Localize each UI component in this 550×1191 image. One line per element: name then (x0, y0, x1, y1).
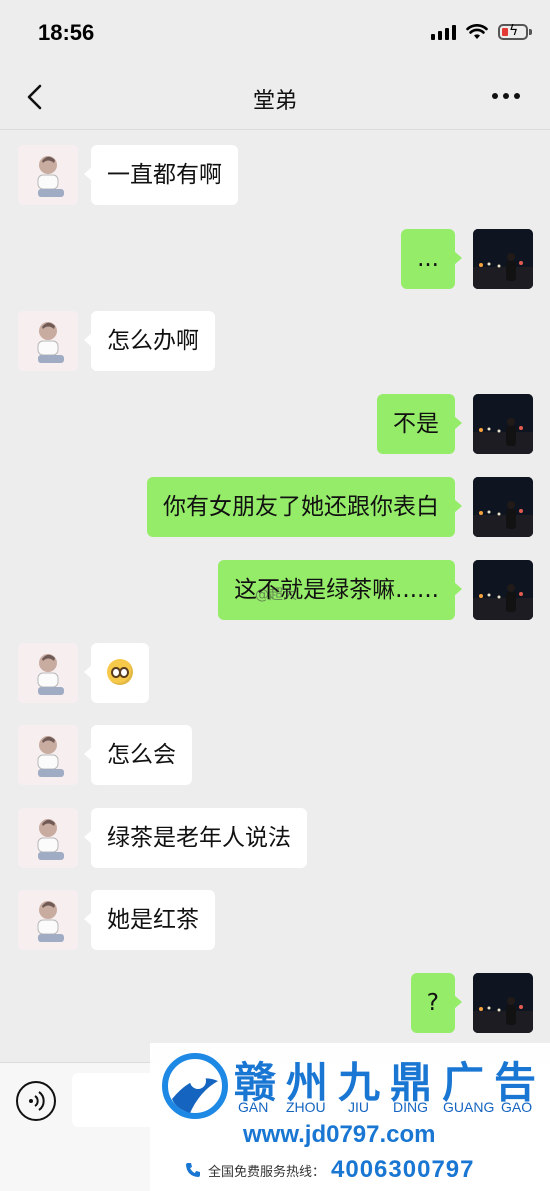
message-item: 你有女朋友了她还跟你表白 (0, 477, 550, 539)
chat-header: 堂弟 (0, 64, 550, 130)
pleading-face-icon (107, 658, 133, 685)
ad-pinyin: GAN ZHOU JIU DING GUANG GAO (238, 1099, 541, 1115)
ad-url[interactable]: www.jd0797.com (243, 1121, 436, 1149)
chat-title: 堂弟 (252, 89, 297, 114)
ad-hotline: 全国免费服务热线： 4006300797 (184, 1156, 475, 1184)
ad-pinyin-syllable: DING (393, 1099, 428, 1115)
message-bubble[interactable] (84, 643, 149, 703)
message-item: 绿茶是老年人说法 (0, 808, 550, 870)
more-options-button[interactable] (492, 86, 526, 106)
contact-avatar[interactable] (18, 808, 78, 868)
voice-input-button[interactable] (16, 1081, 56, 1121)
message-item: 怎么会 (0, 725, 550, 787)
ad-pinyin-syllable: GAO (501, 1099, 533, 1115)
my-avatar[interactable] (473, 477, 533, 537)
message-bubble[interactable]: ... (401, 229, 462, 289)
message-item: ? (0, 973, 550, 1035)
battery-low-charging-icon: ϟ (498, 23, 532, 40)
ad-pinyin-syllable: JIU (348, 1099, 369, 1115)
ad-logo-icon (162, 1053, 228, 1119)
message-bubble[interactable]: 这不就是绿茶嘛...... (218, 560, 462, 620)
message-item: 怎么办啊 (0, 311, 550, 373)
message-bubble[interactable]: 绿茶是老年人说法 (84, 808, 307, 868)
contact-avatar[interactable] (18, 311, 78, 371)
watermark: @超大 (255, 587, 297, 603)
message-bubble[interactable]: 怎么会 (84, 725, 192, 785)
ad-pinyin-syllable: ZHOU (286, 1099, 326, 1115)
status-time: 18:56 (38, 20, 95, 45)
message-bubble[interactable]: 不是 (377, 394, 462, 454)
ad-banner[interactable]: 赣州九鼎广告 GAN ZHOU JIU DING GUANG GAO www.j… (150, 1043, 550, 1191)
my-avatar[interactable] (473, 560, 533, 620)
wifi-icon (466, 24, 488, 39)
message-bubble[interactable]: 你有女朋友了她还跟你表白 (147, 477, 462, 537)
voice-icon (29, 1091, 45, 1111)
ad-phone-number[interactable]: 4006300797 (331, 1156, 474, 1184)
contact-avatar[interactable] (18, 643, 78, 703)
ad-pinyin-syllable: GUANG (443, 1099, 495, 1115)
ad-hotline-label: 全国免费服务热线： (208, 1164, 326, 1180)
my-avatar[interactable] (473, 229, 533, 289)
message-bubble[interactable]: 一直都有啊 (84, 145, 238, 205)
my-avatar[interactable] (473, 394, 533, 454)
message-item: ... (0, 229, 550, 291)
message-bubble[interactable]: 怎么办啊 (84, 311, 215, 371)
more-dots-icon (492, 93, 498, 99)
contact-avatar[interactable] (18, 890, 78, 950)
phone-icon (186, 1163, 200, 1177)
contact-avatar[interactable] (18, 145, 78, 205)
ad-pinyin-syllable: GAN (238, 1099, 269, 1115)
my-avatar[interactable] (473, 973, 533, 1033)
message-item: 一直都有啊 (0, 145, 550, 207)
message-item: 不是 (0, 394, 550, 456)
message-item (0, 643, 550, 705)
cellular-signal-icon (431, 24, 456, 40)
message-bubble[interactable]: ? (410, 973, 463, 1033)
chat-screen: 18:56 ϟ 堂弟 一直都有啊 ... 怎么办啊 不是 你有女朋友了她还跟你表… (0, 0, 550, 1191)
status-icons: ϟ (431, 23, 532, 40)
status-bar: 18:56 ϟ (0, 0, 550, 64)
message-item: 她是红茶 (0, 890, 550, 952)
contact-avatar[interactable] (18, 725, 78, 785)
message-bubble[interactable]: 她是红茶 (84, 890, 215, 950)
